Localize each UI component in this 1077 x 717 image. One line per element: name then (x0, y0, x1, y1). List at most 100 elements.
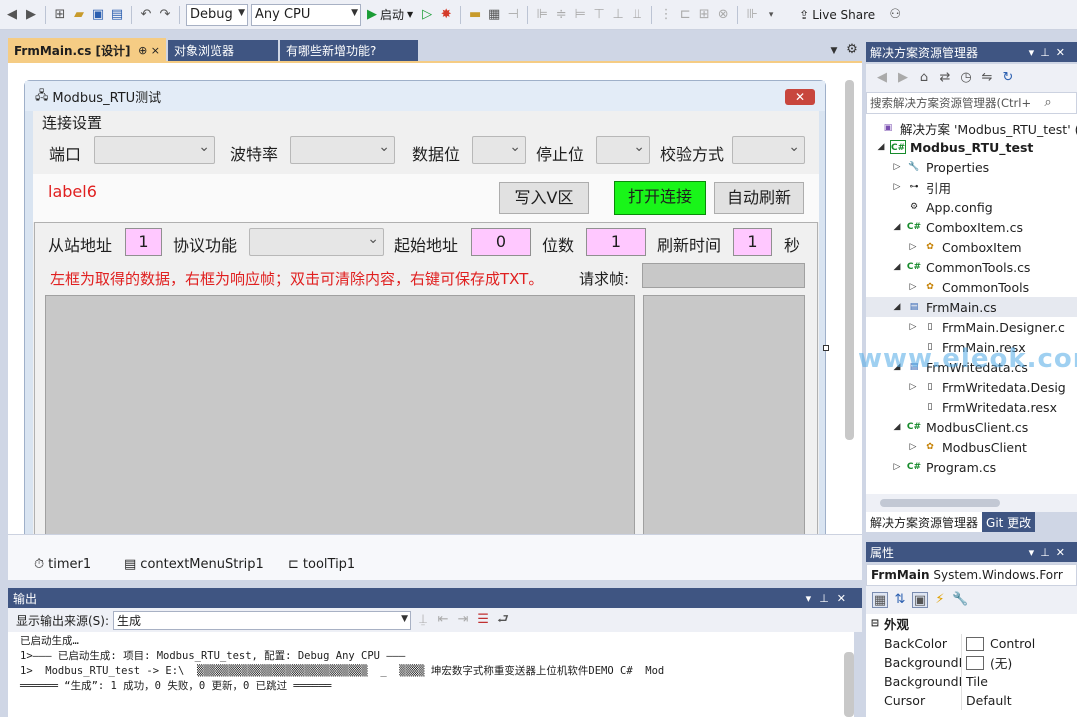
tray-tooltip[interactable]: ⊏ toolTip1 (288, 557, 355, 572)
expand-icon[interactable]: ▷ (892, 462, 902, 472)
pane-controls-icon[interactable]: ▾⊥✕ (1029, 546, 1071, 559)
tree-item-properties[interactable]: ▷ 🔧 Properties (892, 157, 990, 177)
start-addr-input[interactable]: 0 (471, 228, 531, 256)
tree-item-comboxitem-cs[interactable]: ◢ C# ComboxItem.cs (892, 217, 1023, 237)
refresh-time-input[interactable]: 1 (733, 228, 772, 256)
tab-git-changes[interactable]: Git 更改 (982, 512, 1036, 532)
expand-icon[interactable]: ▷ (908, 242, 918, 252)
output-text[interactable]: 已启动生成… 1>——— 已启动生成: 项目: Modbus_RTU_test, … (8, 632, 854, 717)
slave-addr-input[interactable]: 1 (125, 228, 162, 256)
refresh-icon[interactable]: ↻ (1000, 70, 1016, 86)
tab-whats-new[interactable]: 有哪些新增功能? (280, 40, 418, 61)
categorized-icon[interactable]: ▦ (872, 592, 888, 608)
align-icon[interactable]: ⊣ (505, 7, 521, 23)
zoom-icon[interactable]: ⊗ (715, 7, 731, 23)
folder-icon[interactable]: ▬ (467, 7, 483, 23)
back-icon[interactable]: ◀ (874, 70, 890, 86)
events-icon[interactable]: ⚡ (932, 592, 948, 608)
pin-close-icon[interactable]: ⊕ × (138, 44, 160, 57)
expand-icon[interactable]: ▷ (892, 182, 902, 192)
request-frame-box[interactable] (642, 263, 805, 288)
sync-icon[interactable]: ⇋ (979, 70, 995, 86)
auto-refresh-button[interactable]: 自动刷新 (714, 182, 804, 214)
expand-icon[interactable]: ◢ (892, 422, 902, 432)
tab-frmmain-design[interactable]: FrmMain.cs [设计] ⊕ × (8, 38, 166, 61)
tree-item-frmmain-designer[interactable]: ▷ ▯ FrmMain.Designer.c (908, 317, 1065, 337)
layout-icon[interactable]: ▦ (486, 7, 502, 23)
align-top-icon[interactable]: ⊤ (591, 7, 607, 23)
output-scrollbar[interactable] (844, 652, 854, 717)
open-folder-icon[interactable]: ▰ (71, 7, 87, 23)
tree-item-project[interactable]: ◢ C# Modbus_RTU_test (876, 137, 1034, 157)
expand-icon[interactable]: ◢ (876, 142, 886, 152)
switch-views-icon[interactable]: ⇄ (937, 70, 953, 86)
tree-item-modbusclient-cs[interactable]: ◢ C# ModbusClient.cs (892, 417, 1029, 437)
search-icon[interactable]: ⌕ (1040, 95, 1056, 111)
forward-icon[interactable]: ▶ (895, 70, 911, 86)
tree-item-references[interactable]: ▷ ⊶ 引用 (892, 177, 951, 197)
resize-handle[interactable] (823, 345, 829, 351)
function-combo[interactable] (249, 228, 384, 256)
pane-controls-icon[interactable]: ▾⊥✕ (1029, 46, 1071, 59)
data-textbox[interactable] (45, 295, 635, 541)
tree-item-commontools[interactable]: ▷ ✿ CommonTools (908, 277, 1030, 297)
response-textbox[interactable] (643, 295, 805, 541)
baud-combo[interactable] (290, 136, 395, 164)
tree-item-solution[interactable]: ▣ 解决方案 'Modbus_RTU_test' ( (880, 118, 1077, 138)
property-row[interactable]: BackgroundI Tile (866, 672, 1077, 691)
tray-context-menu[interactable]: ▤ contextMenuStrip1 (124, 557, 264, 572)
tab-solution-explorer[interactable]: 解决方案资源管理器 (866, 512, 983, 532)
back-icon[interactable]: ◀ (4, 7, 20, 23)
port-combo[interactable] (94, 136, 215, 164)
tree-item-appconfig[interactable]: ⚙ App.config (906, 197, 993, 217)
hot-reload-icon[interactable]: ✸ (438, 7, 454, 23)
clear-all-icon[interactable]: ☰ (475, 612, 491, 628)
expand-icon[interactable]: ▷ (908, 282, 918, 292)
collapse-icon[interactable]: ⊟ (866, 618, 884, 629)
account-icon[interactable]: ⚇ (887, 7, 903, 23)
grid-icon[interactable]: ⊞ (696, 7, 712, 23)
next-message-icon[interactable]: ⇥ (455, 612, 471, 628)
gear-icon[interactable]: ⚙ (844, 42, 860, 58)
prev-message-icon[interactable]: ⇤ (435, 612, 451, 628)
properties-icon[interactable]: ▣ (912, 592, 928, 608)
databits-combo[interactable] (472, 136, 526, 164)
pane-controls-icon[interactable]: ▾⊥✕ (806, 592, 854, 605)
tree-item-frmwritedata-designer[interactable]: ▷ ▯ FrmWritedata.Desig (908, 377, 1066, 397)
bits-input[interactable]: 1 (586, 228, 646, 256)
overflow-icon[interactable]: ▾ (763, 7, 779, 23)
tab-list-icon[interactable]: ▼ (826, 43, 842, 59)
property-pages-icon[interactable]: 🔧 (952, 592, 968, 608)
expand-icon[interactable]: ◢ (892, 262, 902, 272)
align-bottom-icon[interactable]: ⫫ (629, 7, 645, 23)
expand-icon[interactable]: ▷ (892, 162, 902, 172)
tree-item-comboxitem[interactable]: ▷ ✿ ComboxItem (908, 237, 1022, 257)
open-connection-button[interactable]: 打开连接 (614, 181, 706, 215)
new-project-icon[interactable]: ⊞ (52, 7, 68, 23)
close-button[interactable]: ✕ (785, 89, 815, 105)
align-center-icon[interactable]: ≑ (553, 7, 569, 23)
align-left-icon[interactable]: ⊫ (534, 7, 550, 23)
expand-icon[interactable]: ▷ (908, 382, 918, 392)
form-window[interactable]: 🖧 Modbus_RTU测试 ✕ 连接设置 端口 波特率 数据位 停止位 校验方… (24, 80, 826, 541)
tree-item-program-cs[interactable]: ▷ C# Program.cs (892, 457, 997, 477)
word-wrap-icon[interactable]: ⮐ (495, 612, 511, 628)
redo-icon[interactable]: ↷ (157, 7, 173, 23)
go-to-icon[interactable]: ⍊ (415, 612, 431, 628)
tab-object-browser[interactable]: 对象浏览器 (168, 40, 278, 61)
stopbits-combo[interactable] (596, 136, 650, 164)
properties-object-selector[interactable]: FrmMain System.Windows.Forr (866, 564, 1077, 586)
size-icon[interactable]: ⊏ (677, 7, 693, 23)
solution-hscrollbar[interactable] (866, 494, 1077, 512)
tree-item-commontools-cs[interactable]: ◢ C# CommonTools.cs (892, 257, 1031, 277)
property-row[interactable]: BackColor Control (866, 634, 1077, 653)
spacing-icon[interactable]: ⋮ (658, 7, 674, 23)
undo-icon[interactable]: ↶ (138, 7, 154, 23)
expand-icon[interactable]: ◢ (892, 222, 902, 232)
tab-order-icon[interactable]: ⊪ (744, 7, 760, 23)
start-button[interactable]: ▶ 启动 ▼ (364, 4, 416, 26)
tree-item-modbusclient[interactable]: ▷ ✿ ModbusClient (908, 437, 1027, 457)
save-all-icon[interactable]: ▤ (109, 7, 125, 23)
category-row[interactable]: ⊟ 外观 (866, 614, 1077, 633)
designer-scrollbar[interactable] (845, 80, 854, 440)
